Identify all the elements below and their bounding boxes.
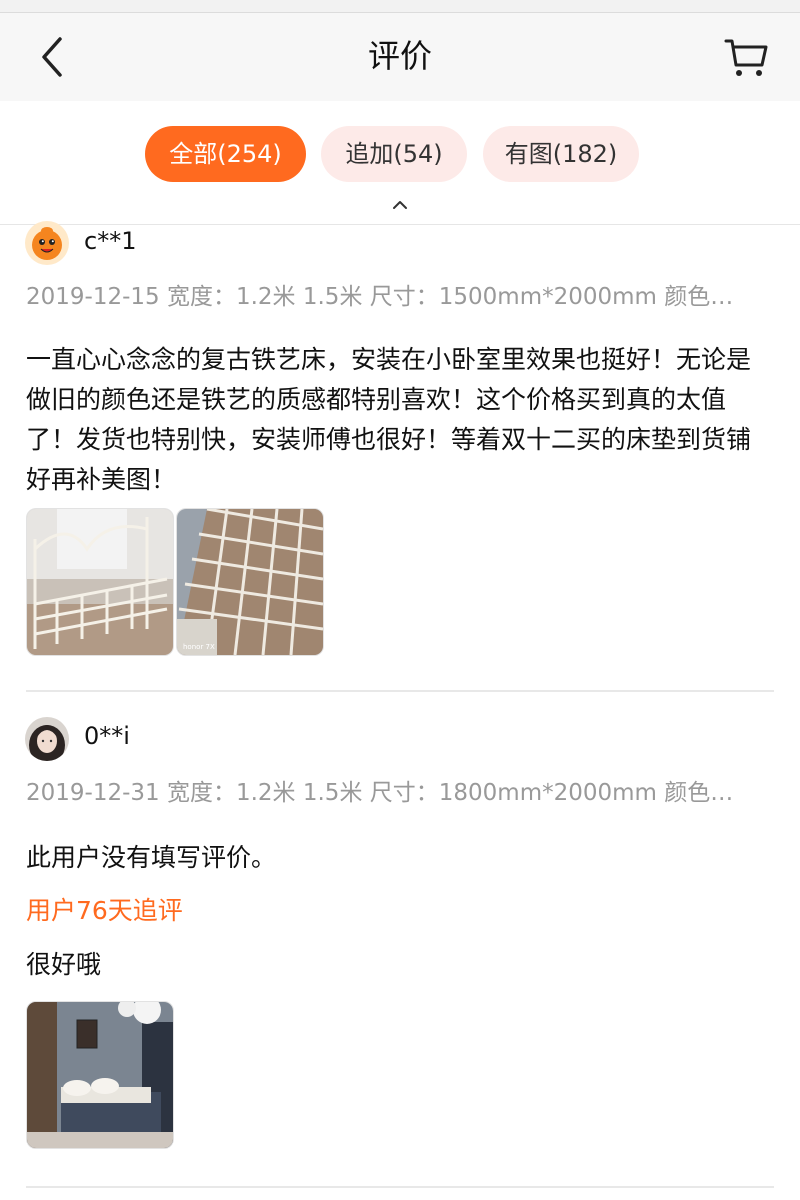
tab-all[interactable]: 全部(254): [145, 126, 306, 182]
user-photo-avatar: [25, 717, 69, 761]
status-strip: [0, 0, 800, 13]
review-card: c**1 2019-12-15 宽度：1.2米 1.5米 尺寸：1500mm*2…: [0, 221, 800, 693]
avatar[interactable]: [25, 717, 69, 761]
review-meta: 2019-12-31 宽度：1.2米 1.5米 尺寸：1800mm*2000mm…: [26, 780, 734, 806]
bed-slats-photo: honor 7X: [177, 509, 323, 655]
bedroom-photo: [27, 1002, 173, 1148]
review-photo[interactable]: [26, 508, 174, 656]
bed-frame-photo: [27, 509, 173, 655]
tab-with-photos[interactable]: 有图(182): [483, 126, 639, 182]
chevron-up-icon: [393, 201, 407, 209]
follow-up-text: 很好哦: [26, 950, 102, 979]
review-photo[interactable]: honor 7X: [176, 508, 324, 656]
divider: [26, 1186, 774, 1188]
review-meta: 2019-12-15 宽度：1.2米 1.5米 尺寸：1500mm*2000mm…: [26, 284, 734, 310]
review-text: 此用户没有填写评价。: [26, 843, 277, 872]
divider: [26, 690, 774, 692]
filter-bar: 全部(254) 追加(54) 有图(182): [0, 101, 800, 225]
review-text: 一直心心念念的复古铁艺床，安装在小卧室里效果也挺好！无论是做旧的颜色还是铁艺的质…: [26, 345, 752, 494]
page-title: 评价: [367, 37, 432, 75]
photo-watermark: honor 7X: [183, 643, 215, 651]
review-photo[interactable]: [26, 1001, 174, 1149]
cart-icon: [724, 39, 768, 76]
username: 0**i: [84, 722, 130, 750]
follow-up-label: 用户76天追评: [26, 896, 183, 925]
tab-follow-up[interactable]: 追加(54): [321, 126, 467, 182]
avatar[interactable]: [25, 221, 69, 265]
collapse-button[interactable]: [388, 197, 412, 213]
username: c**1: [84, 227, 137, 255]
mascot-avatar-icon: [25, 221, 69, 265]
navigation-bar: 评价: [0, 13, 800, 101]
review-card: 0**i 2019-12-31 宽度：1.2米 1.5米 尺寸：1800mm*2…: [0, 717, 800, 1190]
cart-button[interactable]: [722, 33, 770, 81]
